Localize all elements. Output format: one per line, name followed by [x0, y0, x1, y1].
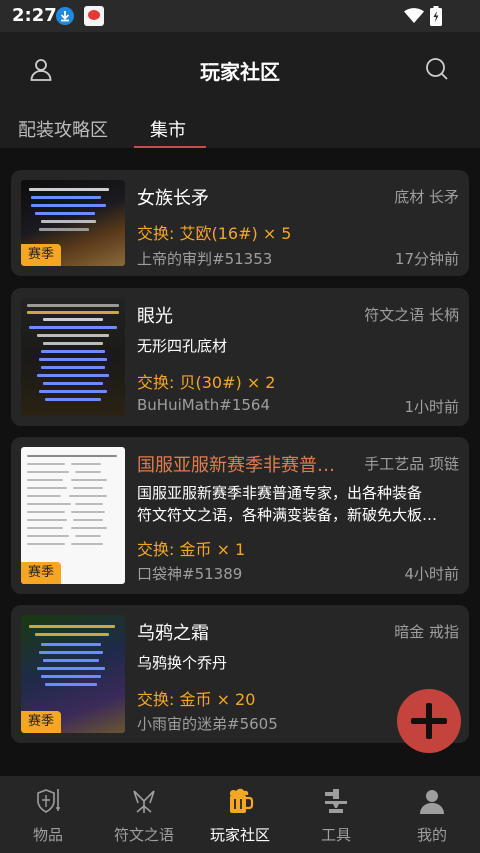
listing-trade: 交换: 金币 × 1: [137, 540, 246, 559]
tab-market[interactable]: 集市: [150, 116, 186, 142]
listing-user[interactable]: 小雨宙的迷弟#5605: [137, 713, 278, 734]
listing-title: 女族长矛: [137, 188, 209, 209]
wifi-icon: [404, 8, 424, 28]
listing-trade: 交换: 金币 × 20: [137, 690, 256, 709]
listing-title: 眼光: [137, 306, 173, 327]
nav-item-profile[interactable]: 我的: [384, 776, 480, 853]
tab-build-guides[interactable]: 配装攻略区: [18, 116, 108, 142]
status-bar: 2:27: [0, 0, 480, 32]
item-screenshot: 赛季: [21, 447, 125, 584]
listing-time: 1小时前: [404, 398, 459, 416]
rune-icon: [129, 786, 159, 820]
listing-card[interactable]: 赛季 女族长矛 底材 长矛 交换: 艾欧(16#) × 5 上帝的审判#5135…: [11, 170, 469, 276]
listing-category: 暗金 戒指: [394, 623, 459, 641]
app-header: 玩家社区 配装攻略区 集市: [0, 32, 480, 149]
nav-label: 物品: [32, 826, 63, 844]
listing-category: 底材 长矛: [394, 188, 459, 206]
market-list[interactable]: 赛季 女族长矛 底材 长矛 交换: 艾欧(16#) × 5 上帝的审判#5135…: [0, 148, 480, 776]
season-badge: 赛季: [21, 562, 61, 584]
nav-label: 工具: [320, 826, 351, 844]
listing-trade: 交换: 艾欧(16#) × 5: [137, 224, 292, 243]
nav-item-runewords[interactable]: 符文之语: [96, 776, 192, 853]
listing-description: 无形四孔底材: [137, 337, 228, 355]
listing-title: 乌鸦之霜: [137, 623, 209, 644]
beer-mug-icon: [225, 786, 255, 820]
listing-card[interactable]: 赛季 国服亚服新赛季非赛普… 手工艺品 项链 国服亚服新赛季非赛普通专家，出各种…: [11, 437, 469, 594]
listing-time: 17分钟前: [394, 250, 459, 268]
nav-label: 我的: [416, 826, 447, 844]
anvil-icon: [321, 786, 351, 820]
listing-category: 手工艺品 项链: [364, 455, 459, 473]
nav-item-community[interactable]: 玩家社区: [192, 776, 288, 853]
item-screenshot: [21, 298, 125, 416]
status-time: 2:27: [12, 5, 57, 26]
nav-label: 符文之语: [113, 826, 174, 844]
listing-time: 4小时前: [404, 565, 459, 583]
person-icon: [417, 786, 447, 820]
listing-card[interactable]: 眼光 符文之语 长柄 无形四孔底材 交换: 贝(30#) × 2 BuHuiMa…: [11, 288, 469, 426]
add-listing-button[interactable]: [397, 689, 461, 753]
season-badge: 赛季: [21, 711, 61, 733]
nav-label: 玩家社区: [209, 826, 270, 844]
battery-icon: [430, 6, 442, 30]
listing-user[interactable]: 口袋神#51389: [137, 563, 242, 584]
listing-user[interactable]: BuHuiMath#1564: [137, 396, 270, 414]
season-badge: 赛季: [21, 244, 61, 266]
listing-description-line-1: 国服亚服新赛季非赛普通专家，出各种装备: [137, 484, 423, 502]
listing-description-line-2: 符文符文之语，各种满变装备，新破免大板…: [137, 506, 438, 524]
app-notification-icon: [84, 6, 104, 26]
listing-user[interactable]: 上帝的审判#51353: [137, 248, 272, 269]
item-screenshot: 赛季: [21, 615, 125, 733]
listing-category: 符文之语 长柄: [364, 306, 459, 324]
listing-title: 国服亚服新赛季非赛普…: [137, 455, 335, 476]
download-notification-icon: [56, 7, 74, 25]
search-icon[interactable]: [424, 56, 450, 86]
nav-item-tools[interactable]: 工具: [288, 776, 384, 853]
nav-item-items[interactable]: 物品: [0, 776, 96, 853]
bottom-nav: 物品 符文之语 玩家社区 工具 我的: [0, 776, 480, 853]
page-title: 玩家社区: [200, 60, 280, 84]
shield-sword-icon: [33, 786, 63, 820]
item-screenshot: 赛季: [21, 180, 125, 266]
listing-trade: 交换: 贝(30#) × 2: [137, 373, 276, 392]
listing-description: 乌鸦换个乔丹: [137, 654, 228, 672]
